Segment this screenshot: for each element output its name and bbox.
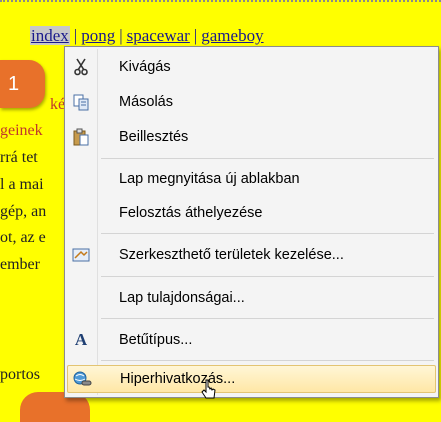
nav-link-pong[interactable]: pong (81, 26, 115, 45)
menu-separator (101, 158, 434, 159)
menu-item-label: Szerkeszthető területek kezelése... (119, 247, 344, 263)
nav-separator: | (119, 26, 123, 45)
menu-separator (101, 276, 434, 277)
content-text-line: l a mai (0, 176, 44, 193)
menu-item-label: Lap tulajdonságai... (119, 290, 245, 306)
content-text-line: ké (50, 96, 66, 113)
menu-item-label: Másolás (119, 94, 173, 110)
content-text-line: geinek (0, 122, 43, 139)
hyperlink-icon (68, 367, 96, 391)
menu-separator (101, 318, 434, 319)
nav-link-index[interactable]: index (30, 26, 70, 45)
content-text-line: portos (0, 366, 40, 383)
menu-separator (101, 233, 434, 234)
menu-item-label: Betűtípus... (119, 332, 193, 348)
menu-item-manage-editable-regions[interactable]: Szerkeszthető területek kezelése... (67, 241, 436, 269)
nav-separator: | (73, 26, 78, 45)
menu-item-cut[interactable]: Kivágás (67, 53, 436, 81)
content-text-line: ot, az e (0, 229, 46, 246)
scissors-icon (67, 55, 95, 79)
mouse-cursor-icon (201, 379, 216, 399)
step-badge: 1 (0, 60, 45, 108)
page-top-border (0, 0, 441, 2)
menu-item-label: Lap megnyitása új ablakban (119, 171, 300, 187)
menu-item-label: Felosztás áthelyezése (119, 205, 263, 221)
nav-separator: | (193, 26, 198, 45)
context-menu: Kivágás Másolás Beillesztés Lap megnyitá… (64, 46, 439, 398)
menu-item-move-split[interactable]: Felosztás áthelyezése (67, 199, 436, 227)
menu-item-copy[interactable]: Másolás (67, 88, 436, 116)
content-text-line: rrá tet (0, 149, 38, 166)
content-text-line: gép, an (0, 203, 47, 220)
menu-separator (101, 360, 434, 361)
menu-item-hyperlink[interactable]: Hiperhivatkozás... (67, 365, 436, 393)
step-number: 1 (8, 72, 20, 95)
menu-item-label: Kivágás (119, 59, 171, 75)
nav-link-spacewar[interactable]: spacewar (127, 26, 190, 45)
menu-item-paste[interactable]: Beillesztés (67, 123, 436, 151)
menu-item-page-properties[interactable]: Lap tulajdonságai... (67, 284, 436, 312)
menu-item-font[interactable]: A Betűtípus... (67, 326, 436, 354)
content-text-line: ember (0, 256, 40, 273)
paste-icon (67, 125, 95, 149)
editable-regions-icon (67, 243, 95, 267)
menu-item-label: Beillesztés (119, 129, 189, 145)
nav-link-gameboy[interactable]: gameboy (201, 26, 263, 45)
font-icon: A (74, 330, 88, 349)
menu-item-open-new-window[interactable]: Lap megnyitása új ablakban (67, 165, 436, 193)
site-navigation: index | pong | spacewar | gameboy (30, 26, 264, 46)
copy-icon (67, 90, 95, 114)
